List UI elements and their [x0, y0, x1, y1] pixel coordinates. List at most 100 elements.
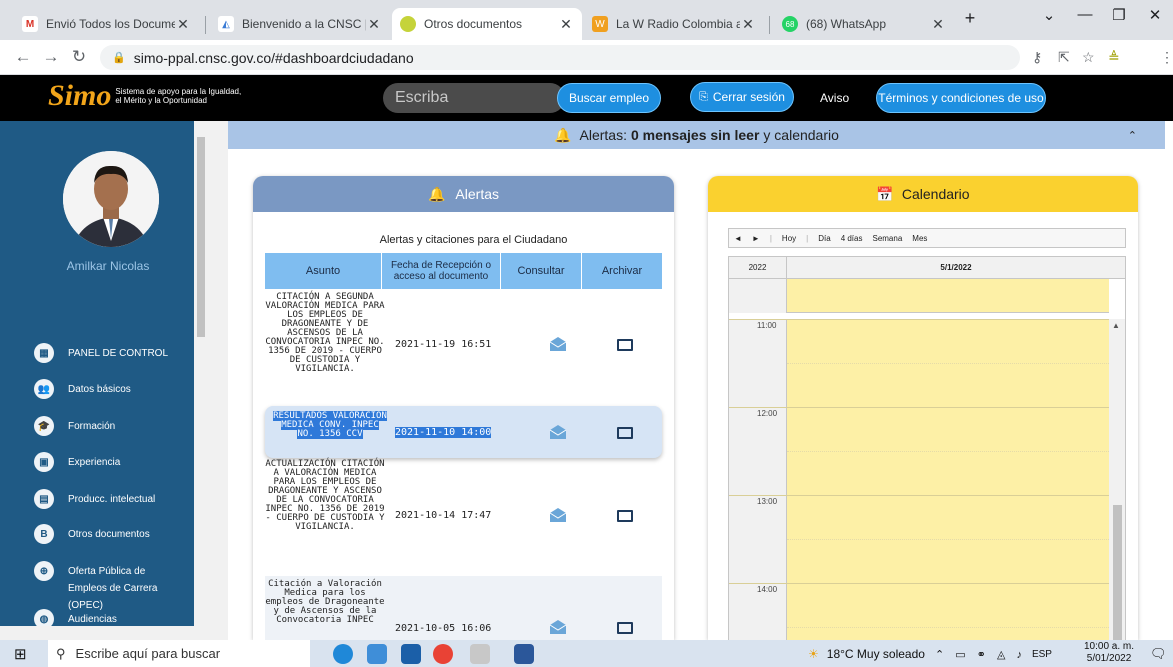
briefcase-icon: ▣: [34, 452, 54, 472]
weather-text[interactable]: 18°C Muy soleado: [827, 647, 925, 661]
reload-icon[interactable]: ↻: [68, 47, 90, 67]
close-icon[interactable]: ✕: [740, 16, 756, 33]
sidebar-item-datos-basicos[interactable]: 👥 Datos básicos: [8, 379, 193, 399]
sidebar-item-label: Audiencias: [68, 613, 117, 625]
aviso-link[interactable]: Aviso: [820, 91, 849, 105]
browser-tab-gmail[interactable]: M Envió Todos los Documentos ✕: [14, 8, 199, 40]
four-day-view-button[interactable]: 4 días: [841, 234, 863, 243]
calendar-scrollbar[interactable]: ▲: [1109, 319, 1125, 640]
minimize-button[interactable]: —: [1070, 6, 1100, 23]
close-window-button[interactable]: ✕: [1140, 6, 1170, 24]
new-tab-button[interactable]: +: [955, 8, 985, 29]
alerts-panel-title: Alertas: [455, 186, 499, 202]
row-subject: RESULTADOS VALORACION MEDICA CONV. INPEC…: [273, 411, 387, 439]
cerrar-sesion-button[interactable]: ⎘ Cerrar sesión: [690, 82, 794, 112]
alerts-subtitle: Alertas y citaciones para el Ciudadano: [379, 234, 568, 246]
browser-tab-whatsapp[interactable]: 68 (68) WhatsApp ✕: [774, 8, 954, 40]
sun-icon: ☀: [808, 647, 819, 661]
search-input[interactable]: Escriba: [383, 83, 565, 113]
browser-tab-otros-documentos[interactable]: Otros documentos ✕: [392, 8, 582, 40]
time-slots[interactable]: [787, 319, 1109, 640]
tab-search-icon[interactable]: ⌄: [1034, 6, 1064, 24]
gmail-icon: M: [22, 16, 38, 32]
sidebar-item-label: Datos básicos: [68, 383, 131, 395]
prev-button[interactable]: ◄: [734, 234, 742, 243]
main-content: 🔔 Alertas: 0 mensajes sin leer y calenda…: [208, 121, 1173, 640]
close-icon[interactable]: ✕: [558, 16, 574, 33]
share-icon[interactable]: ⇱: [1058, 49, 1070, 66]
language-indicator[interactable]: ESP: [1032, 649, 1052, 660]
url-field[interactable]: 🔒 simo-ppal.cnsc.gov.co/#dashboardciudad…: [100, 45, 1020, 70]
chrome-icon[interactable]: [433, 644, 453, 664]
tray-icons[interactable]: ⌃ ▭ ⚭ ◬ ♪: [935, 648, 1026, 661]
open-envelope-icon[interactable]: [549, 508, 567, 522]
main-scrollbar[interactable]: [208, 121, 228, 640]
store-icon[interactable]: [367, 644, 387, 664]
tab-title: Otros documentos: [424, 17, 523, 31]
forward-icon[interactable]: →: [40, 47, 62, 67]
browser-tab-cnsc[interactable]: ◭ Bienvenido a la CNSC | CNSC ✕: [210, 8, 390, 40]
scrollbar-thumb[interactable]: [1113, 505, 1122, 640]
document-icon: B: [34, 524, 54, 544]
sidebar-item-label: Experiencia: [68, 456, 121, 468]
row-date: 2021-10-05 16:06: [395, 623, 492, 634]
notification-icon[interactable]: 🗨: [1150, 646, 1167, 662]
clock[interactable]: 10:00 a. m. 5/01/2022: [1084, 641, 1134, 665]
extension-icon[interactable]: ≜: [1108, 49, 1120, 66]
week-view-button[interactable]: Semana: [872, 234, 902, 243]
calendar-title: Calendario: [901, 186, 970, 202]
word-icon[interactable]: [514, 644, 534, 664]
sidebar-item-opec[interactable]: ⊕ Oferta Pública de Empleos de Carrera (…: [8, 561, 193, 614]
close-icon[interactable]: ✕: [930, 16, 946, 33]
lock-icon: 🔒: [112, 52, 126, 64]
all-day-slot[interactable]: [787, 279, 1109, 313]
scroll-up-icon[interactable]: ▲: [1112, 321, 1120, 330]
open-envelope-icon[interactable]: [549, 425, 567, 439]
browser-tab-wradio[interactable]: W La W Radio Colombia audio ✕: [584, 8, 764, 40]
scrollbar-thumb[interactable]: [197, 137, 205, 337]
windows-start-icon[interactable]: ⊞: [14, 645, 27, 663]
column-header-asunto: Asunto: [265, 253, 381, 289]
folder-icon[interactable]: [617, 510, 633, 522]
logo-tagline: Sistema de apoyo para la Igualdad, el Mé…: [115, 87, 241, 105]
sidebar-scrollbar[interactable]: [194, 121, 208, 640]
menu-dots-icon[interactable]: ⋮: [1160, 49, 1173, 66]
today-button[interactable]: Hoy: [782, 234, 796, 243]
sidebar-item-otros-documentos[interactable]: B Otros documentos: [8, 524, 193, 544]
open-envelope-icon[interactable]: [549, 337, 567, 351]
folder-icon[interactable]: [617, 339, 633, 351]
next-button[interactable]: ►: [752, 234, 760, 243]
sidebar-item-panel-de-control[interactable]: ▦ PANEL DE CONTROL: [8, 343, 193, 363]
close-icon[interactable]: ✕: [175, 16, 191, 33]
buscar-empleo-button[interactable]: Buscar empleo: [557, 83, 661, 113]
mail-icon[interactable]: [401, 644, 421, 664]
edge-icon[interactable]: [333, 644, 353, 664]
simo-logo[interactable]: Simo Sistema de apoyo para la Igualdad, …: [48, 81, 241, 111]
taskbar-search[interactable]: ⚲ Escribe aquí para buscar: [48, 640, 310, 667]
sidebar-horizontal-scrollbar[interactable]: [0, 626, 194, 640]
sidebar-item-experiencia[interactable]: ▣ Experiencia: [8, 452, 193, 472]
column-header-consultar: Consultar: [501, 253, 581, 289]
folder-icon[interactable]: [617, 622, 633, 634]
table-row-selected: RESULTADOS VALORACION MEDICA CONV. INPEC…: [265, 406, 662, 458]
key-icon[interactable]: ⚷: [1032, 49, 1042, 66]
day-view-button[interactable]: Día: [818, 234, 830, 243]
month-view-button[interactable]: Mes: [912, 234, 927, 243]
folder-icon[interactable]: [617, 427, 633, 439]
terminos-button[interactable]: Términos y condiciones de uso: [876, 83, 1046, 113]
sidebar-item-produccion-intelectual[interactable]: ▤ Producc. intelectual: [8, 489, 193, 509]
unread-count: 0 mensajes sin leer: [630, 127, 760, 143]
clock-date: 5/01/2022: [1086, 653, 1132, 664]
alerts-summary-bar[interactable]: 🔔 Alertas: 0 mensajes sin leer y calenda…: [228, 121, 1165, 149]
tab-title: Envió Todos los Documentos: [46, 17, 175, 31]
app-icon[interactable]: [470, 644, 490, 664]
sidebar-item-formacion[interactable]: 🎓 Formación: [8, 416, 193, 436]
back-icon[interactable]: ←: [12, 47, 34, 67]
open-envelope-icon[interactable]: [549, 620, 567, 634]
bookmark-star-icon[interactable]: ☆: [1082, 49, 1095, 66]
restore-button[interactable]: ❐: [1104, 6, 1134, 24]
sidebar-item-label: PANEL DE CONTROL: [68, 347, 169, 359]
chevron-up-icon[interactable]: ⌃: [1128, 129, 1137, 142]
calendar-toolbar: ◄ ► | Hoy | Día 4 días Semana Mes: [728, 228, 1126, 248]
close-icon[interactable]: ✕: [366, 16, 382, 33]
